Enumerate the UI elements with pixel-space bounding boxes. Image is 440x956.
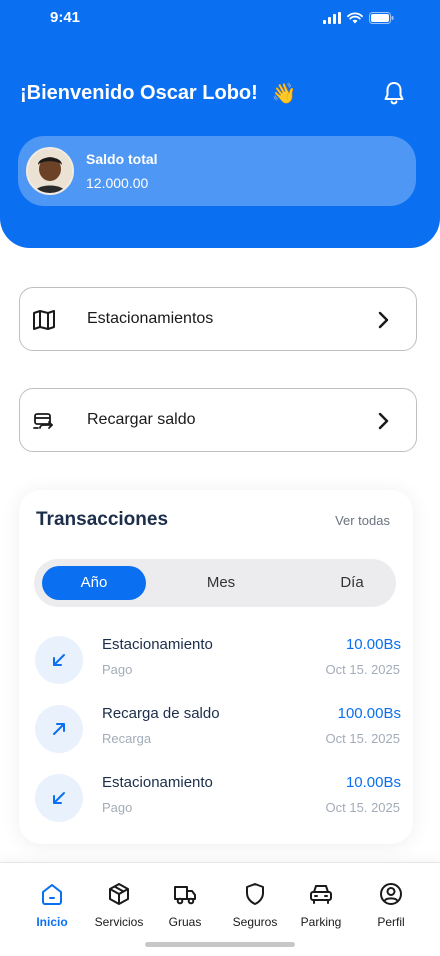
home-indicator [145, 942, 295, 947]
balance-card[interactable]: Saldo total 12.000.00 [18, 136, 416, 206]
nav-services[interactable]: Servicios [83, 881, 155, 929]
nav-label: Parking [300, 915, 342, 929]
wave-emoji: 👋 [271, 83, 297, 105]
nav-label: Servicios [94, 915, 144, 929]
car-icon [310, 885, 332, 904]
status-icons [323, 12, 394, 24]
transaction-type: Pago [102, 800, 133, 815]
chevron-right-icon [378, 412, 389, 430]
transaction-name: Recarga de saldo [102, 705, 220, 722]
arrow-down-left-icon [35, 774, 83, 822]
transaction-amount: 100.00Bs [337, 705, 401, 722]
nav-profile[interactable]: Perfil [355, 881, 427, 929]
transactions-card: Transacciones Ver todas Año Mes Día Esta… [19, 490, 413, 844]
transaction-type: Pago [102, 662, 133, 677]
balance-value: 12.000.00 [86, 175, 149, 191]
nav-parking[interactable]: Parking [285, 881, 357, 929]
tab-month[interactable]: Mes [169, 566, 273, 600]
chevron-right-icon [378, 311, 389, 329]
transaction-row[interactable]: Estacionamiento Pago 10.00Bs Oct 15. 202… [19, 631, 413, 691]
menu-recharge-balance[interactable]: Recargar saldo [19, 388, 417, 452]
box-icon [109, 883, 129, 905]
nav-insurance[interactable]: Seguros [219, 881, 291, 929]
nav-label: Inicio [36, 915, 68, 929]
transaction-type: Recarga [102, 731, 152, 746]
transaction-row[interactable]: Recarga de saldo Recarga 100.00Bs Oct 15… [19, 700, 413, 760]
wifi-icon [347, 12, 363, 24]
transaction-name: Estacionamiento [102, 636, 213, 653]
view-all-link[interactable]: Ver todas [335, 513, 390, 528]
home-icon [42, 884, 62, 905]
truck-icon [174, 886, 196, 905]
recharge-icon [33, 413, 53, 429]
avatar[interactable] [26, 147, 74, 195]
period-segmented-control: Año Mes Día [34, 559, 396, 607]
tab-day[interactable]: Día [300, 566, 404, 600]
nav-home[interactable]: Inicio [16, 881, 88, 929]
battery-icon [369, 12, 394, 24]
transaction-amount: 10.00Bs [345, 774, 401, 791]
shield-icon [246, 883, 264, 905]
map-icon [33, 310, 55, 330]
welcome-text: ¡Bienvenido Oscar Lobo! [20, 82, 258, 104]
nav-label: Gruas [168, 915, 202, 929]
transaction-date: Oct 15. 2025 [325, 662, 400, 677]
signal-icon [323, 12, 341, 24]
tab-year[interactable]: Año [42, 566, 146, 600]
user-icon [380, 883, 402, 905]
nav-label: Seguros [232, 915, 278, 929]
transactions-title: Transacciones [36, 509, 169, 530]
status-time: 9:41 [50, 9, 81, 26]
balance-label: Saldo total [86, 151, 158, 167]
arrow-up-right-icon [35, 705, 83, 753]
bell-icon[interactable] [382, 80, 406, 106]
transaction-row[interactable]: Estacionamiento Pago 10.00Bs Oct 15. 202… [19, 769, 413, 829]
nav-label: Perfil [377, 915, 405, 929]
arrow-down-left-icon [35, 636, 83, 684]
transaction-date: Oct 15. 2025 [325, 800, 400, 815]
menu-label: Recargar saldo [87, 411, 196, 428]
menu-parking-spots[interactable]: Estacionamientos [19, 287, 417, 351]
transaction-amount: 10.00Bs [345, 636, 401, 653]
transaction-date: Oct 15. 2025 [325, 731, 400, 746]
welcome-title: ¡Bienvenido Oscar Lobo! 👋 [20, 81, 297, 106]
nav-tow-trucks[interactable]: Gruas [149, 881, 221, 929]
menu-label: Estacionamientos [87, 310, 214, 327]
status-bar: 9:41 [0, 8, 440, 30]
transaction-name: Estacionamiento [102, 774, 213, 791]
header: 9:41 ¡Bienvenido Oscar Lobo! 👋 Saldo tot… [0, 0, 440, 248]
